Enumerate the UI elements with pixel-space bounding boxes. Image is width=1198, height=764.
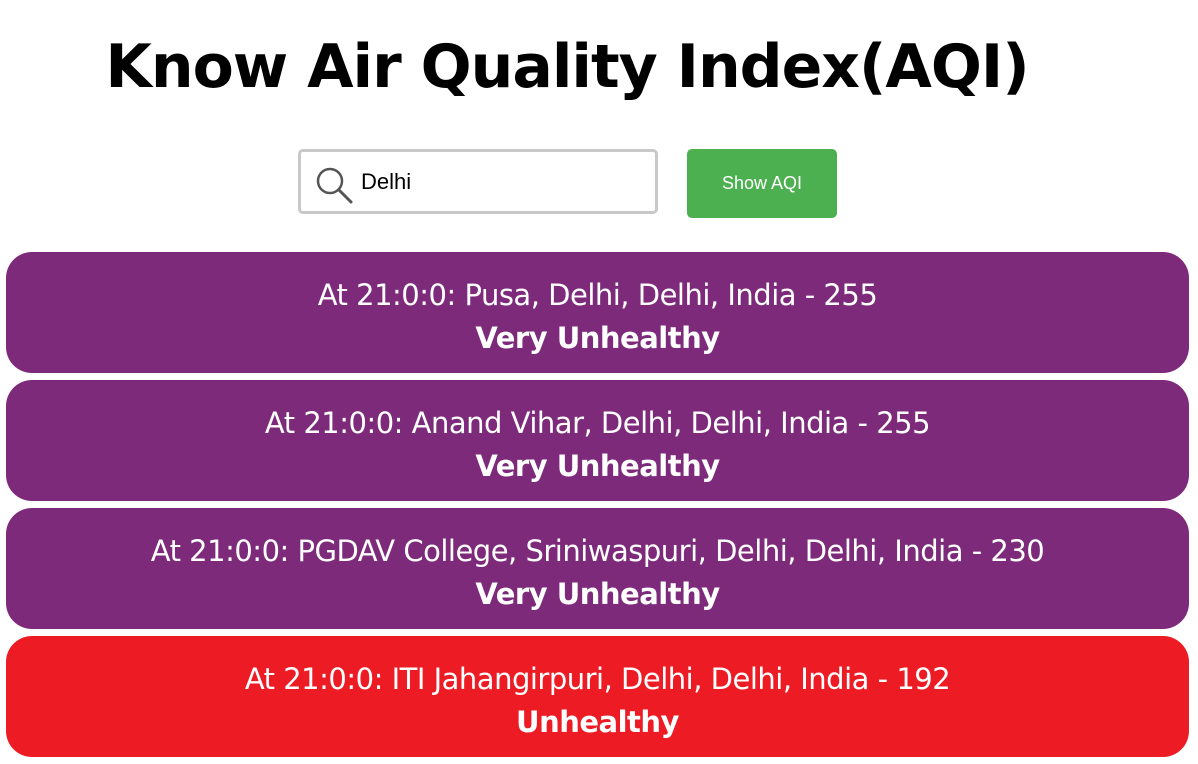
result-text: At 21:0:0: Anand Vihar, Delhi, Delhi, In… — [264, 406, 931, 440]
results-list: At 21:0:0: Pusa, Delhi, Delhi, India - 2… — [6, 252, 1189, 764]
search-input[interactable] — [361, 162, 641, 202]
result-card: At 21:0:0: Anand Vihar, Delhi, Delhi, In… — [6, 380, 1189, 501]
result-text: At 21:0:0: Pusa, Delhi, Delhi, India - 2… — [317, 278, 878, 312]
result-text: At 21:0:0: PGDAV College, Sriniwaspuri, … — [150, 534, 1045, 568]
result-category: Very Unhealthy — [475, 321, 720, 355]
search-box[interactable] — [298, 149, 658, 214]
show-aqi-button[interactable]: Show AQI — [687, 149, 837, 218]
result-text: At 21:0:0: ITI Jahangirpuri, Delhi, Delh… — [244, 662, 951, 696]
page-title: Know Air Quality Index(AQI) — [105, 32, 1029, 102]
result-card: At 21:0:0: ITI Jahangirpuri, Delhi, Delh… — [6, 636, 1189, 757]
result-card: At 21:0:0: Pusa, Delhi, Delhi, India - 2… — [6, 252, 1189, 373]
result-category: Unhealthy — [516, 705, 679, 739]
search-icon — [315, 166, 355, 206]
result-category: Very Unhealthy — [475, 577, 720, 611]
result-card: At 21:0:0: PGDAV College, Sriniwaspuri, … — [6, 508, 1189, 629]
result-category: Very Unhealthy — [475, 449, 720, 483]
